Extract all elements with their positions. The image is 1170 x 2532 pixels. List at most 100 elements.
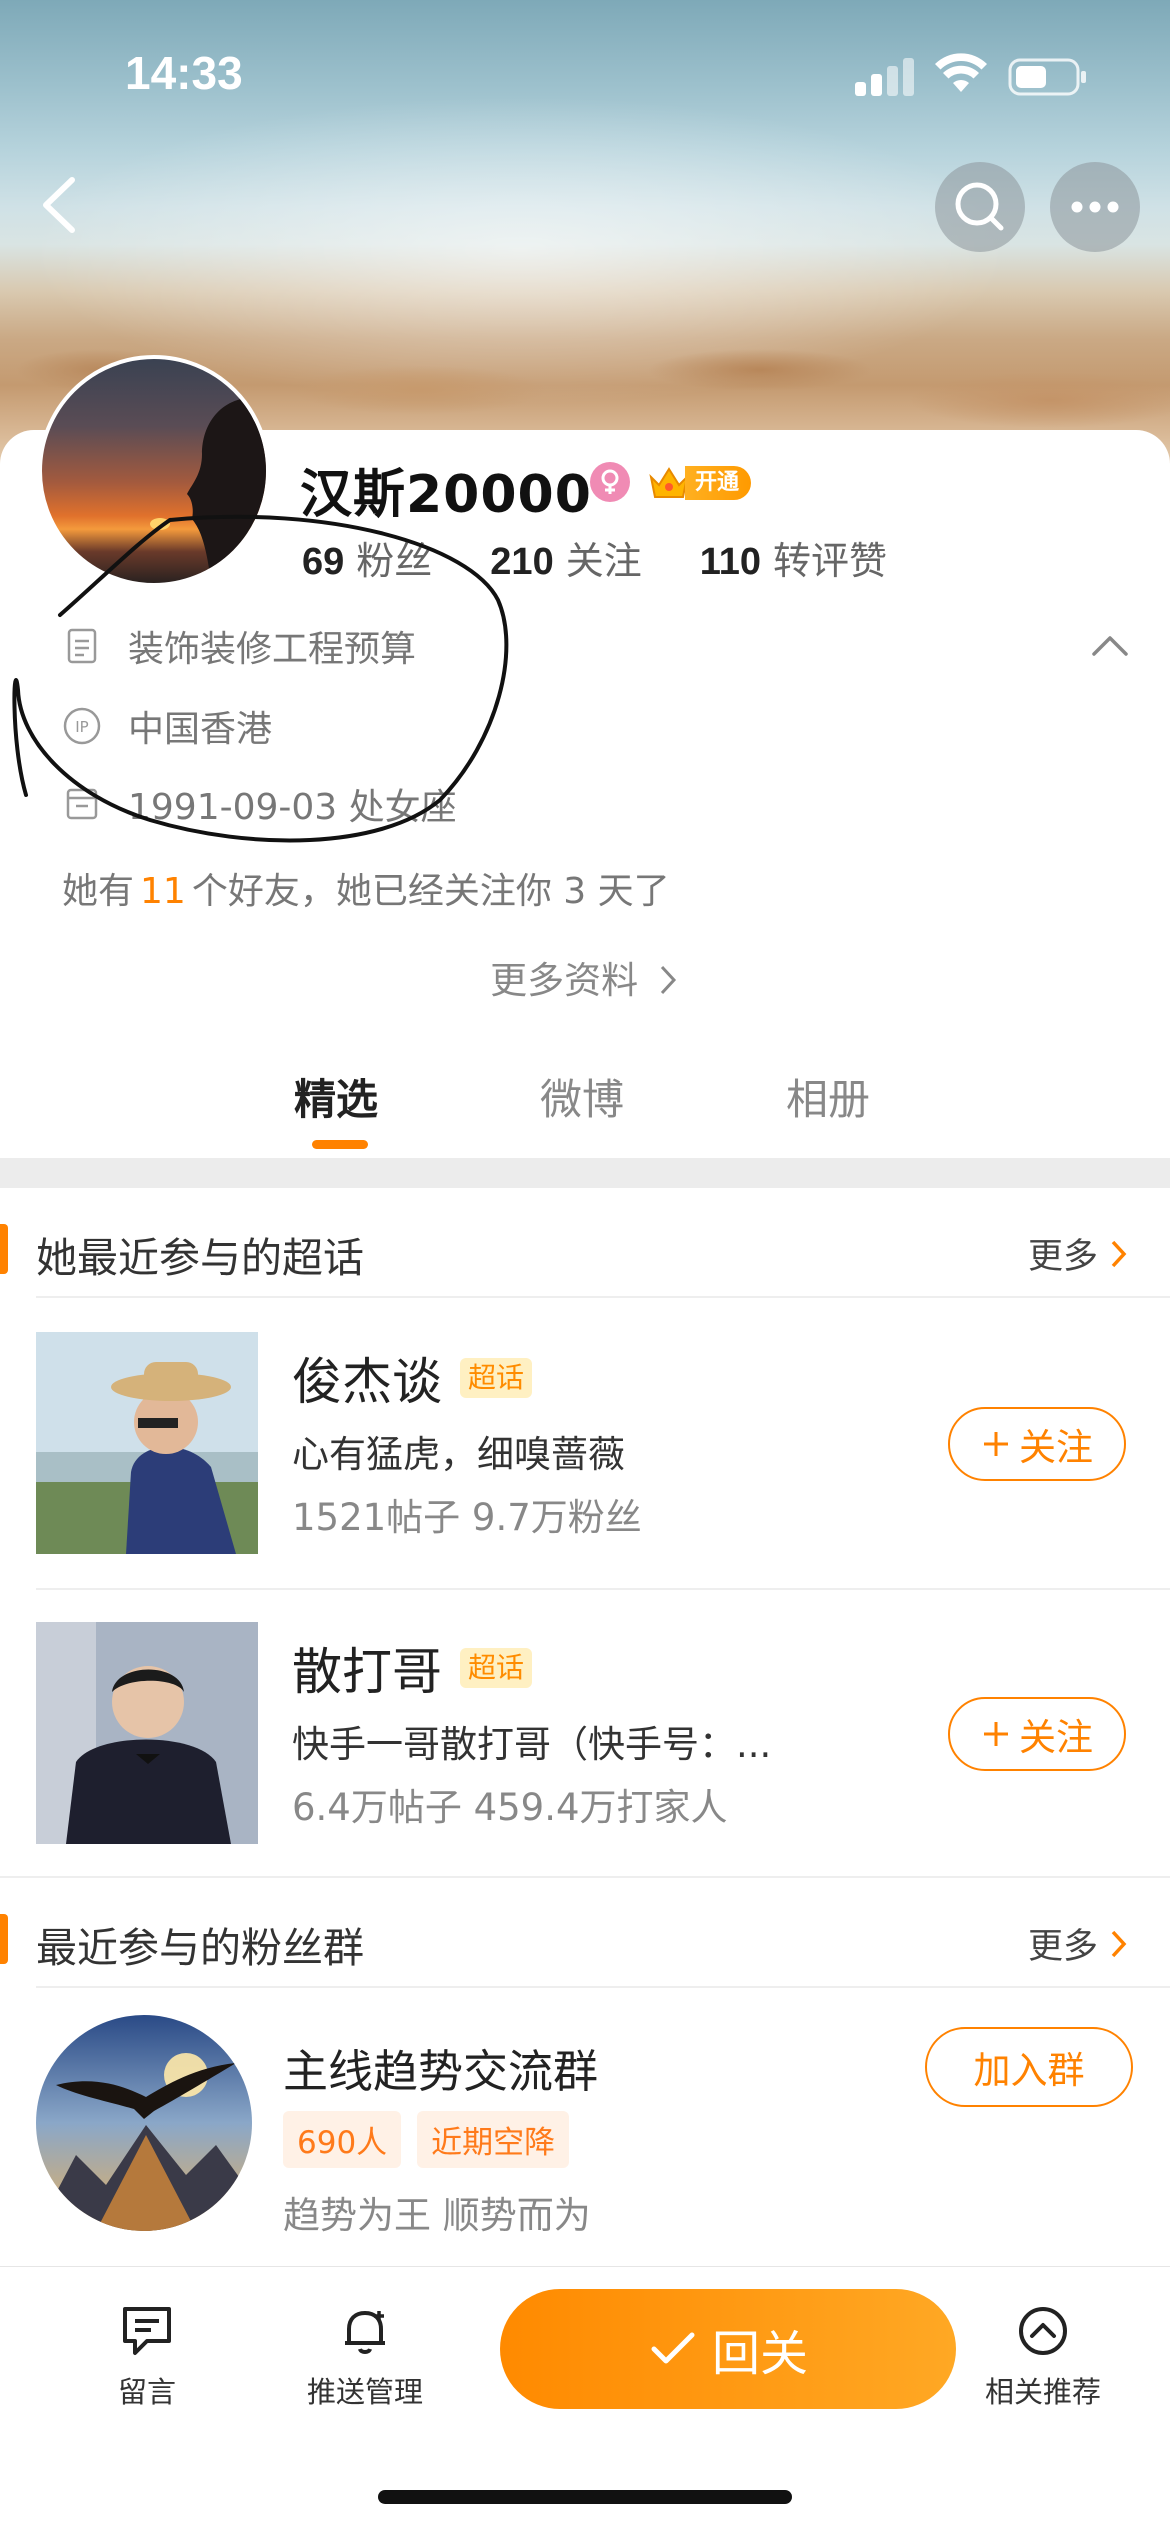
related-label: 相关推荐 <box>984 2375 1101 2409</box>
stat-interactions-label: 转评赞 <box>773 539 888 583</box>
friends-suffix: 个好友，她已经关注你 3 天了 <box>191 871 670 912</box>
tab-weibo[interactable]: 微博 <box>540 1066 624 1127</box>
stat-following[interactable]: 210 关注 <box>490 530 641 585</box>
group-member-count: 690人 <box>283 2111 402 2168</box>
section-accent-bar <box>0 1914 8 1964</box>
plus-icon <box>984 1722 1008 1746</box>
battery-icon <box>1008 58 1086 96</box>
stat-following-label: 关注 <box>565 539 642 583</box>
stat-interactions-value: 110 <box>699 541 762 583</box>
section-accent-bar <box>0 1224 8 1274</box>
push-settings-button[interactable]: 推送管理 <box>280 2303 450 2411</box>
group-item[interactable]: 主线趋势交流群 690人 近期空降 趋势为王 顺势而为 加入群 <box>0 2015 1170 2237</box>
stat-fans-value: 69 <box>302 541 345 583</box>
birthday-text: 1991-09-03 处女座 <box>128 787 457 828</box>
info-bio: 装饰装修工程预算 <box>62 620 416 672</box>
groups-section-header: 最近参与的粉丝群 更多 <box>0 1890 1170 1990</box>
signal-icon <box>855 56 915 96</box>
svg-text:IP: IP <box>75 718 88 736</box>
search-icon <box>955 182 1004 231</box>
topic-item[interactable]: 俊杰谈 超话 心有猛虎，细嗅蔷薇 1521帖子 9.7万粉丝 关注 <box>0 1332 1170 1622</box>
join-group-button[interactable]: 加入群 <box>925 2027 1133 2107</box>
topic-name-text: 俊杰谈 <box>292 1353 442 1411</box>
back-button[interactable] <box>30 170 90 240</box>
section-gap <box>0 1158 1170 1188</box>
info-ip: IP 中国香港 <box>62 700 272 752</box>
tab-featured[interactable]: 精选 <box>294 1066 378 1127</box>
super-topic-badge: 超话 <box>460 1358 533 1398</box>
push-label: 推送管理 <box>306 2375 423 2409</box>
divider <box>36 1296 1170 1298</box>
tab-active-indicator <box>312 1140 368 1149</box>
topics-more-label: 更多 <box>1027 1237 1098 1277</box>
calendar-icon <box>66 788 98 820</box>
topic-thumbnail <box>36 1622 258 1844</box>
topics-section-header: 她最近参与的超话 更多 <box>0 1200 1170 1300</box>
group-tags: 690人 近期空降 <box>283 2111 570 2168</box>
topic-description: 心有猛虎，细嗅蔷薇 <box>292 1433 625 1476</box>
bell-icon <box>345 2311 385 2354</box>
search-button[interactable] <box>935 162 1025 252</box>
related-recommend-button[interactable]: 相关推荐 <box>958 2303 1128 2411</box>
stat-following-value: 210 <box>490 541 554 583</box>
chevron-right-icon <box>1111 1240 1127 1267</box>
ip-text: 中国香港 <box>128 709 273 750</box>
message-icon <box>123 2307 171 2355</box>
chevron-right-icon <box>660 965 676 995</box>
topic-stats: 1521帖子 9.7万粉丝 <box>292 1496 642 1539</box>
follow-back-label: 回关 <box>711 2326 808 2382</box>
profile-tabs: 精选 微博 相册 <box>0 1060 1170 1155</box>
ellipsis-icon <box>1071 201 1119 213</box>
chevron-right-icon <box>1111 1930 1127 1957</box>
ip-icon: IP <box>63 707 101 745</box>
groups-more-link[interactable]: 更多 <box>1028 1918 1130 1969</box>
divider <box>36 1986 1170 1988</box>
chevron-up-circle-icon <box>1019 2307 1067 2355</box>
avatar-silhouette <box>150 397 266 583</box>
home-indicator <box>378 2490 792 2504</box>
stat-interactions[interactable]: 110 转评赞 <box>700 530 887 585</box>
bio-text: 装饰装修工程预算 <box>128 629 417 670</box>
avatar[interactable] <box>38 355 270 587</box>
message-label: 留言 <box>117 2375 176 2409</box>
info-birthday: 1991-09-03 处女座 <box>62 778 457 830</box>
group-avatar <box>36 2015 252 2231</box>
stat-fans[interactable]: 69 粉丝 <box>302 530 432 585</box>
group-description: 趋势为王 顺势而为 <box>283 2194 591 2237</box>
groups-more-label: 更多 <box>1027 1927 1098 1967</box>
super-topic-badge: 超话 <box>460 1648 533 1688</box>
topic-description: 快手一哥散打哥（快手号：... <box>292 1723 772 1766</box>
status-time: 14:33 <box>125 47 243 99</box>
message-button[interactable]: 留言 <box>62 2303 232 2411</box>
divider <box>36 1588 1170 1590</box>
collapse-chevron-icon[interactable] <box>1088 630 1132 660</box>
topics-more-link[interactable]: 更多 <box>1028 1228 1130 1279</box>
follow-label: 关注 <box>1019 1716 1093 1759</box>
more-info-link[interactable]: 更多资料 <box>0 950 1170 1004</box>
follow-topic-button[interactable]: 关注 <box>948 1697 1126 1771</box>
tab-album[interactable]: 相册 <box>786 1066 870 1127</box>
plus-icon <box>984 1432 1008 1456</box>
topic-item[interactable]: 散打哥 超话 快手一哥散打哥（快手号：... 6.4万帖子 459.4万打家人 … <box>0 1622 1170 1912</box>
follow-back-button[interactable]: 回关 <box>500 2289 956 2409</box>
group-name: 主线趋势交流群 <box>283 2045 599 2098</box>
divider <box>0 1876 1170 1878</box>
topics-section-title: 她最近参与的超话 <box>36 1234 364 1282</box>
check-icon <box>651 2332 695 2364</box>
follow-topic-button[interactable]: 关注 <box>948 1407 1126 1481</box>
friends-line: 她有 11 个好友，她已经关注你 3 天了 <box>62 862 670 914</box>
topic-name-text: 散打哥 <box>292 1643 442 1701</box>
groups-section-title: 最近参与的粉丝群 <box>36 1924 364 1972</box>
topic-name: 俊杰谈 超话 <box>292 1342 533 1414</box>
friends-count[interactable]: 11 <box>140 871 186 912</box>
follow-label: 关注 <box>1019 1426 1093 1469</box>
more-info-label: 更多资料 <box>490 959 639 1002</box>
more-button[interactable] <box>1050 162 1140 252</box>
document-icon <box>67 628 97 664</box>
topic-stats: 6.4万帖子 459.4万打家人 <box>292 1786 728 1829</box>
female-icon <box>590 462 630 502</box>
vip-open-badge[interactable]: 开通 <box>647 462 752 504</box>
topic-name: 散打哥 超话 <box>292 1632 533 1704</box>
topic-thumbnail <box>36 1332 258 1554</box>
vip-label: 开通 <box>685 466 752 500</box>
